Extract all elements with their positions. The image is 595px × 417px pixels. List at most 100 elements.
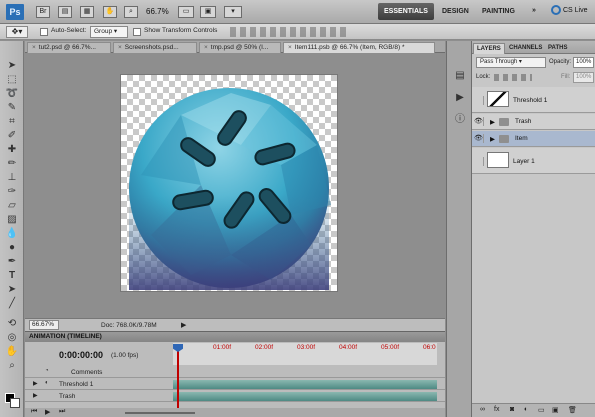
tab-paths[interactable]: PATHS bbox=[545, 43, 570, 53]
opacity-field[interactable]: 100% bbox=[573, 57, 594, 68]
layer-duration-bar[interactable] bbox=[173, 380, 437, 389]
align-distribute-icons[interactable] bbox=[230, 27, 350, 37]
move-tool-icon[interactable]: ➤ bbox=[4, 59, 20, 72]
lock-icons[interactable] bbox=[494, 74, 532, 81]
mask-icon[interactable]: ◙ bbox=[510, 406, 514, 413]
bridge-button[interactable]: Br bbox=[36, 6, 50, 18]
layer-row-item[interactable]: 👁 ▶ Item bbox=[472, 131, 595, 147]
actions-panel-icon[interactable]: ▶ bbox=[452, 91, 468, 104]
layer-row-layer1[interactable]: Layer 1 bbox=[472, 148, 595, 174]
eraser-tool-icon[interactable]: ▱ bbox=[4, 199, 20, 212]
expand-arrow-icon[interactable]: ▶ bbox=[490, 135, 495, 143]
timeline-row-trash[interactable]: ▶ Trash bbox=[25, 391, 445, 402]
zoom-tool-sidebar-icon[interactable]: ⌕ bbox=[4, 359, 20, 372]
timeline-row-threshold[interactable]: ▶ ◐ Threshold 1 bbox=[25, 379, 445, 390]
play-icon[interactable]: ▶ bbox=[45, 408, 50, 416]
status-menu-arrow-icon[interactable]: ▶ bbox=[181, 321, 186, 329]
eyedropper-tool-icon[interactable]: ✐ bbox=[4, 129, 20, 142]
close-icon[interactable]: × bbox=[288, 44, 292, 51]
more-workspaces-icon[interactable]: » bbox=[532, 7, 536, 14]
pen-tool-icon[interactable]: ✒ bbox=[4, 255, 20, 268]
workspace-design-button[interactable]: DESIGN bbox=[442, 8, 469, 15]
type-tool-icon[interactable]: T bbox=[4, 269, 20, 282]
close-icon[interactable]: × bbox=[118, 44, 122, 51]
gradient-tool-icon[interactable]: ▨ bbox=[4, 213, 20, 226]
document-canvas-area[interactable] bbox=[25, 53, 445, 318]
delete-layer-icon[interactable]: 🗑 bbox=[568, 406, 577, 414]
expand-arrow-icon[interactable]: ▶ bbox=[490, 118, 495, 126]
hand-tool-sidebar-icon[interactable]: ✋ bbox=[4, 345, 20, 358]
tab-screenshots[interactable]: × Screenshots.psd... bbox=[113, 42, 197, 53]
dodge-tool-icon[interactable]: ● bbox=[4, 241, 20, 254]
hand-tool-icon[interactable]: ✋ bbox=[103, 6, 117, 18]
tab-tut2[interactable]: × tut2.psd @ 66.7%... bbox=[27, 42, 111, 53]
low-poly-icon-artwork bbox=[129, 88, 331, 290]
show-transform-checkbox[interactable] bbox=[133, 28, 141, 36]
move-tool-preset-icon[interactable]: ✥▾ bbox=[6, 26, 28, 38]
auto-select-checkbox[interactable] bbox=[40, 28, 48, 36]
arrange-documents-button[interactable]: ▭ bbox=[178, 6, 194, 18]
tab-channels[interactable]: CHANNELS bbox=[506, 43, 545, 53]
lasso-tool-icon[interactable]: ➰ bbox=[4, 87, 20, 100]
zoom-level[interactable]: 66.7% bbox=[146, 7, 169, 16]
crop-tool-icon[interactable]: ⌗ bbox=[4, 115, 20, 128]
eye-icon[interactable]: 👁 bbox=[474, 117, 484, 126]
layer-duration-bar[interactable] bbox=[173, 392, 437, 401]
history-panel-icon[interactable]: ▤ bbox=[452, 69, 468, 82]
background-color-swatch[interactable] bbox=[10, 398, 20, 408]
tab-tmp[interactable]: × tmp.psd @ 50% (I... bbox=[199, 42, 281, 53]
extras-button[interactable]: ▦ bbox=[80, 6, 94, 18]
layer-thumbnail bbox=[487, 152, 509, 168]
tab-layers[interactable]: LAYERS bbox=[473, 43, 505, 54]
shape-tool-icon[interactable]: ╱ bbox=[4, 297, 20, 310]
history-brush-tool-icon[interactable]: ✑ bbox=[4, 185, 20, 198]
layer-name: Threshold 1 bbox=[513, 97, 548, 104]
clone-stamp-tool-icon[interactable]: ⊥ bbox=[4, 171, 20, 184]
animation-panel-header[interactable]: ANIMATION (TIMELINE) bbox=[25, 332, 445, 342]
3d-orbit-tool-icon[interactable]: ◎ bbox=[4, 331, 20, 344]
layer-row-trash[interactable]: 👁 ▶ Trash bbox=[472, 114, 595, 130]
close-icon[interactable]: × bbox=[204, 44, 208, 51]
playhead-line[interactable] bbox=[177, 344, 179, 410]
close-icon[interactable]: × bbox=[32, 44, 36, 51]
stopwatch-icon[interactable]: ◔ bbox=[45, 368, 49, 374]
new-layer-icon[interactable]: ▣ bbox=[552, 406, 559, 414]
timeline-row-label: Threshold 1 bbox=[59, 381, 94, 388]
healing-brush-tool-icon[interactable]: ✚ bbox=[4, 143, 20, 156]
quick-select-tool-icon[interactable]: ✎ bbox=[4, 101, 20, 114]
new-adjustment-icon[interactable]: ◐ bbox=[524, 406, 528, 413]
eye-icon[interactable]: 👁 bbox=[474, 134, 484, 143]
next-frame-icon[interactable]: ⏭ bbox=[59, 408, 65, 416]
mini-bridge-button[interactable]: ▤ bbox=[58, 6, 72, 18]
tab-item111[interactable]: × Item111.psb @ 66.7% (Item, RGB/8) * bbox=[283, 42, 435, 53]
cs-live-button[interactable]: CS Live bbox=[551, 5, 588, 15]
zoom-tool-icon[interactable]: ⌕ bbox=[124, 6, 138, 18]
blend-mode-select[interactable]: Pass Through ▾ bbox=[476, 57, 546, 68]
fill-field[interactable]: 100% bbox=[573, 72, 594, 83]
workspace-painting-button[interactable]: PAINTING bbox=[482, 8, 515, 15]
blur-tool-icon[interactable]: 💧 bbox=[4, 227, 20, 240]
timeline-row-comments[interactable]: ◔ Comments bbox=[25, 367, 445, 378]
3d-rotate-tool-icon[interactable]: ⟲ bbox=[4, 317, 20, 330]
fx-icon[interactable]: fx bbox=[494, 406, 499, 413]
visibility-toggle[interactable] bbox=[474, 157, 484, 166]
expand-arrow-icon[interactable]: ▶ bbox=[33, 380, 38, 387]
layer-row-threshold[interactable]: Threshold 1 bbox=[472, 87, 595, 113]
brush-tool-icon[interactable]: ✏ bbox=[4, 157, 20, 170]
auto-select-dropdown[interactable]: Group ▾ bbox=[90, 26, 128, 38]
timeline-row-label: Trash bbox=[59, 393, 76, 400]
workspace-switcher-icon[interactable]: ▾ bbox=[224, 6, 242, 18]
new-group-icon[interactable]: ▭ bbox=[538, 406, 545, 414]
workspace-essentials-button[interactable]: ESSENTIALS bbox=[378, 3, 434, 20]
document-image[interactable] bbox=[121, 75, 337, 291]
link-layers-icon[interactable]: ∞ bbox=[480, 406, 485, 413]
first-frame-icon[interactable]: ⏮ bbox=[31, 408, 37, 416]
marquee-tool-icon[interactable]: ⬚ bbox=[4, 73, 20, 86]
screen-mode-button[interactable]: ▣ bbox=[200, 6, 216, 18]
expand-arrow-icon[interactable]: ▶ bbox=[33, 392, 38, 399]
status-zoom-field[interactable]: 66.67% bbox=[29, 320, 59, 330]
info-panel-icon[interactable]: ⓘ bbox=[452, 113, 468, 126]
path-selection-tool-icon[interactable]: ➤ bbox=[4, 283, 20, 296]
zoom-slider[interactable] bbox=[125, 412, 195, 414]
visibility-toggle[interactable] bbox=[474, 96, 484, 105]
